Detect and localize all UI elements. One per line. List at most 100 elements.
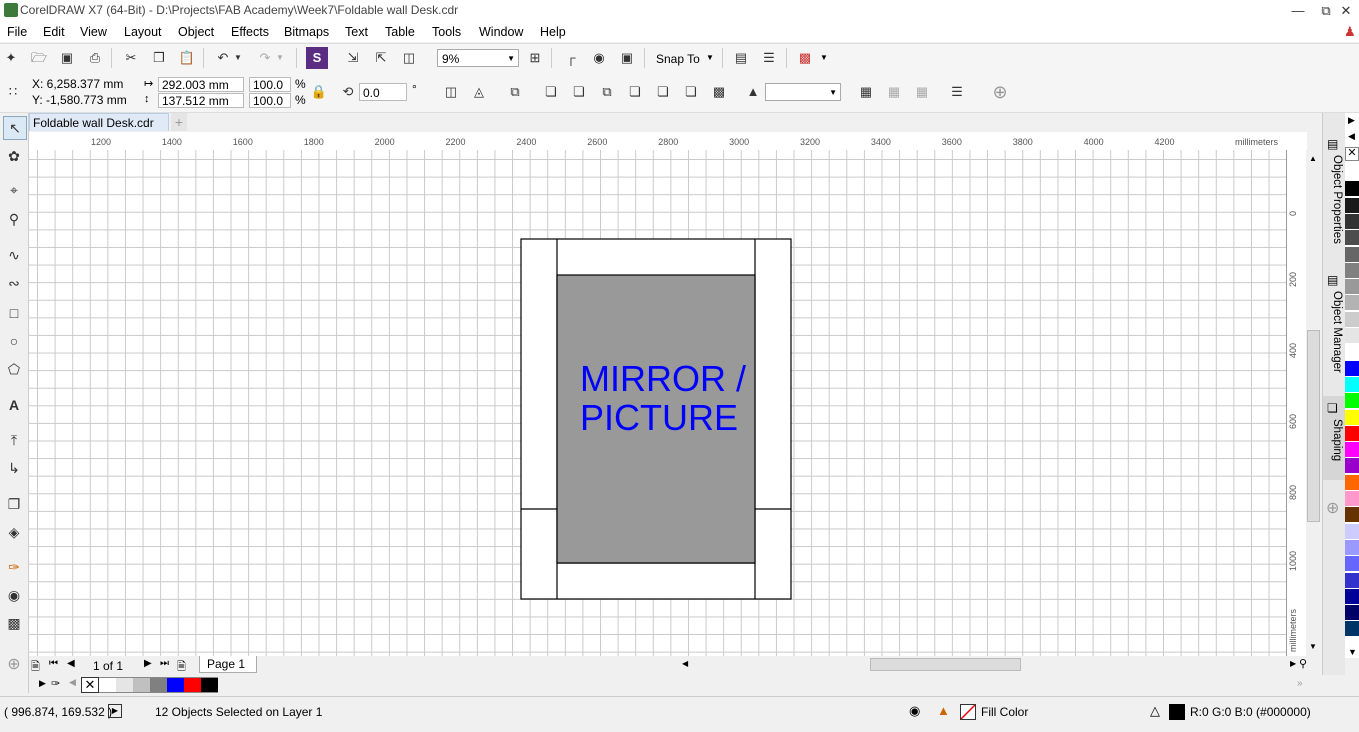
rotate-icon[interactable]: ⟲ (337, 81, 359, 103)
palette-expand-icon[interactable]: » (1297, 678, 1303, 689)
copy-icon[interactable]: ❐ (148, 47, 170, 69)
color-swatch[interactable] (1345, 181, 1359, 198)
scale-y-field[interactable]: 100.0 (249, 93, 291, 108)
outline-width-select[interactable]: ▼ (765, 83, 841, 101)
add-tool-icon[interactable]: ⊕ (3, 654, 25, 676)
color-swatch[interactable] (1345, 572, 1359, 589)
user-icon[interactable]: ♟ (1344, 24, 1356, 40)
color-swatch[interactable] (1345, 425, 1359, 442)
crop-tool-icon[interactable]: ⌖ (3, 179, 25, 201)
menu-effects[interactable]: Effects (231, 25, 269, 39)
open-folder-icon[interactable]: 🗁 (28, 47, 50, 69)
object-properties-tab[interactable]: Object Properties (1325, 155, 1343, 244)
color-swatch[interactable] (1345, 262, 1359, 279)
group-icon[interactable]: ⧉ (504, 81, 526, 103)
status-expand-icon[interactable]: ▶ (108, 704, 122, 718)
menu-layout[interactable]: Layout (124, 25, 162, 39)
color-swatch[interactable] (1345, 376, 1359, 393)
document-color-swatch[interactable] (99, 677, 116, 693)
angle-field[interactable]: 0.0 (359, 83, 407, 101)
page-tab[interactable]: Page 1 (199, 656, 257, 673)
create-mask-icon[interactable]: ▦ (911, 81, 933, 103)
menu-bitmaps[interactable]: Bitmaps (284, 25, 329, 39)
chevron-down-icon[interactable]: ▼ (706, 53, 714, 62)
mirror-text-line1[interactable]: MIRROR / (580, 358, 746, 399)
front-minus-back-icon[interactable]: ❏ (680, 81, 702, 103)
menu-view[interactable]: View (80, 25, 107, 39)
color-swatch[interactable] (1345, 523, 1359, 540)
zoom-to-page-icon[interactable]: ⊞ (524, 47, 546, 69)
transparency-tool-icon[interactable]: ◈ (3, 521, 25, 543)
object-origin-icon[interactable]: ∷ (2, 81, 24, 103)
zoom-level-select[interactable]: 9% ▼ (437, 49, 519, 67)
document-color-swatch[interactable] (150, 677, 167, 693)
undo-dropdown-icon[interactable]: ▼ (232, 47, 244, 69)
create-boundary-icon[interactable]: ▦ (855, 81, 877, 103)
color-swatch[interactable] (1345, 344, 1359, 361)
welcome-screen-icon[interactable]: ▤ (730, 47, 752, 69)
document-color-swatch[interactable] (201, 677, 218, 693)
connector-tool-icon[interactable]: ↳ (3, 457, 25, 479)
no-color-swatch[interactable]: ✕ (1345, 147, 1359, 161)
menu-window[interactable]: Window (479, 25, 523, 39)
vertical-scrollbar[interactable]: ▲ ▼ (1306, 150, 1321, 656)
color-swatch[interactable] (1345, 409, 1359, 426)
color-swatch[interactable] (1345, 621, 1359, 638)
add-docker-icon[interactable]: ⊕ (1326, 498, 1339, 518)
mirror-vertical-icon[interactable]: ◬ (468, 81, 490, 103)
show-rulers-icon[interactable]: ┌ (560, 47, 582, 69)
scale-x-field[interactable]: 100.0 (249, 77, 291, 92)
horizontal-scroll-thumb[interactable] (870, 658, 1021, 671)
shaping-tab[interactable]: Shaping (1325, 419, 1343, 461)
no-color-swatch[interactable]: ✕ (81, 677, 99, 693)
rectangle-tool-icon[interactable]: □ (3, 302, 25, 324)
publish-pdf-icon[interactable]: ◫ (398, 47, 420, 69)
color-swatch[interactable] (1345, 165, 1359, 181)
cut-icon[interactable]: ✂ (120, 47, 142, 69)
menu-help[interactable]: Help (540, 25, 566, 39)
document-palette-flyout-icon[interactable]: ▶ (39, 678, 46, 689)
convert-to-curves-icon[interactable]: ▦ (883, 81, 905, 103)
menu-object[interactable]: Object (178, 25, 214, 39)
menu-text[interactable]: Text (345, 25, 368, 39)
artistic-media-tool-icon[interactable]: ∾ (3, 272, 25, 294)
lock-ratio-icon[interactable]: 🔒 (308, 81, 330, 103)
add-icon[interactable]: ⊕ (989, 81, 1011, 103)
drop-shadow-tool-icon[interactable]: ❐ (3, 493, 25, 515)
document-palette-scroll-icon[interactable]: ◀ (69, 677, 76, 688)
document-tab[interactable]: Foldable wall Desk.cdr (29, 113, 169, 131)
combine-icon[interactable]: ❏ (540, 81, 562, 103)
paste-icon[interactable]: 📋 (176, 47, 198, 69)
new-tab-icon[interactable]: + (171, 113, 187, 131)
width-field[interactable]: 292.003 mm (158, 77, 244, 92)
color-swatch[interactable] (1345, 279, 1359, 296)
close-button[interactable]: ✕ (1331, 0, 1359, 22)
scroll-right-icon[interactable]: ▶ (1290, 659, 1296, 668)
corel-connect-icon[interactable]: S (306, 47, 328, 69)
next-page-icon[interactable]: ▶ (144, 658, 152, 669)
color-swatch[interactable] (1345, 295, 1359, 312)
color-swatch[interactable] (1345, 246, 1359, 263)
vertical-ruler[interactable]: 0 200 400 600 800 1000 millimeters (1286, 150, 1307, 656)
palette-scroll-down-icon[interactable]: ▼ (1348, 647, 1357, 657)
color-swatch[interactable] (1345, 458, 1359, 475)
mirror-horizontal-icon[interactable]: ◫ (440, 81, 462, 103)
palette-flyout-icon[interactable]: ◀ (1348, 131, 1355, 142)
options-icon[interactable]: ☰ (758, 47, 780, 69)
height-field[interactable]: 137.512 mm (158, 93, 244, 108)
color-swatch[interactable] (1345, 311, 1359, 328)
color-proofing-icon[interactable]: ◉ (909, 703, 920, 719)
document-color-swatch[interactable] (167, 677, 184, 693)
scroll-left-icon[interactable]: ◀ (682, 659, 688, 668)
color-swatch[interactable] (1345, 474, 1359, 491)
dimension-tool-icon[interactable]: ⤒ (3, 429, 25, 451)
shape-tool-icon[interactable]: ✿ (3, 145, 25, 167)
palette-scroll-up-icon[interactable]: ▶ (1348, 115, 1355, 126)
zoom-navigator-icon[interactable]: ⚲ (1299, 657, 1307, 670)
redo-dropdown-icon[interactable]: ▼ (274, 47, 286, 69)
menu-table[interactable]: Table (385, 25, 415, 39)
horizontal-ruler[interactable]: 1200 1400 1600 1800 2000 2200 2400 2600 2800 3000… (29, 132, 1307, 151)
freehand-tool-icon[interactable]: ∿ (3, 244, 25, 266)
save-icon[interactable]: ▣ (56, 47, 78, 69)
menu-file[interactable]: File (7, 25, 27, 39)
